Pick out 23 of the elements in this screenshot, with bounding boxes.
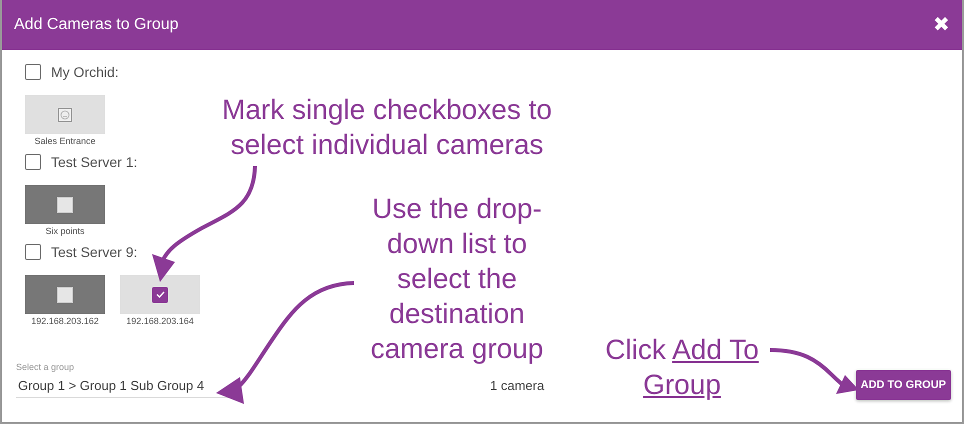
server-label: Test Server 9: [51, 244, 138, 260]
camera-count: 1 camera [490, 378, 544, 393]
camera-thumbnail[interactable] [120, 275, 200, 314]
server-label: Test Server 1: [51, 154, 138, 170]
checkbox[interactable] [25, 244, 41, 260]
camera-name: Sales Entrance [34, 136, 96, 146]
camera-thumbnail[interactable] [25, 95, 105, 134]
annotation-text: Use the drop-down list to select the destination camera group [370, 192, 544, 366]
annotation-text: Click Add To Group [604, 333, 760, 402]
checkbox[interactable] [25, 154, 41, 170]
camera-name: Six points [45, 226, 85, 236]
camera-thumbnail[interactable] [25, 275, 105, 314]
dialog-title: Add Cameras to Group [14, 16, 179, 34]
sad-face-icon [58, 108, 72, 122]
checkbox[interactable] [25, 64, 41, 80]
close-button[interactable]: ✖ [933, 15, 950, 35]
camera-name: 192.168.203.162 [31, 316, 99, 326]
camera-name: 192.168.203.164 [126, 316, 194, 326]
server-label: My Orchid: [51, 64, 119, 80]
check-icon [154, 289, 166, 300]
annotation-text: Mark single checkboxes to select individual cameras [221, 93, 553, 162]
camera-thumbnail[interactable] [25, 185, 105, 224]
camera-checkbox[interactable] [152, 286, 168, 302]
